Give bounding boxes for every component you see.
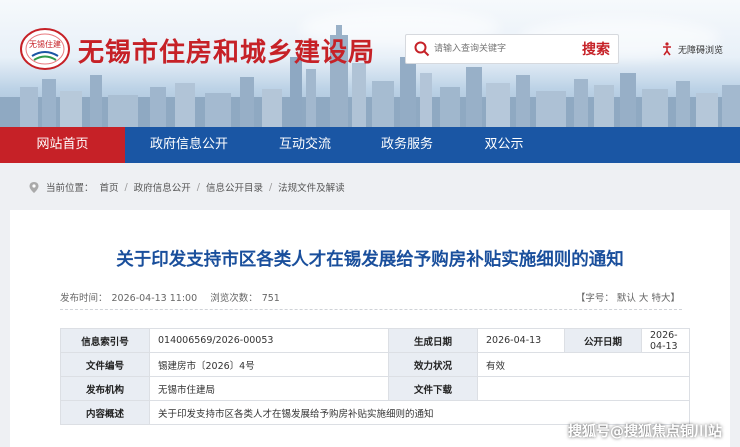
location-pin-icon xyxy=(29,181,39,193)
download-value[interactable] xyxy=(477,376,690,401)
nav-item-double-publicity[interactable]: 双公示 xyxy=(457,127,551,163)
search-icon xyxy=(414,41,430,57)
font-size-close: 】 xyxy=(670,293,680,304)
nav-item-services[interactable]: 政务服务 xyxy=(357,127,457,163)
views-label: 浏览次数： xyxy=(210,293,258,304)
breadcrumb-item-regulations[interactable]: 法规文件及解读 xyxy=(278,180,345,194)
site-header: 无锡住建 无锡市住房和城乡建设局 搜索 无障碍浏览 xyxy=(0,0,740,127)
accessibility-link[interactable]: 无障碍浏览 xyxy=(660,42,723,56)
search-input[interactable] xyxy=(432,39,576,59)
org-value: 无锡市住建局 xyxy=(149,376,389,401)
breadcrumb: 当前位置： 首页 / 政府信息公开 / 信息公开目录 / 法规文件及解读 xyxy=(28,180,345,194)
status-value: 有效 xyxy=(477,352,690,377)
nav-item-home[interactable]: 网站首页 xyxy=(0,127,125,163)
breadcrumb-separator: / xyxy=(196,181,200,193)
font-size-xlarge[interactable]: 特大 xyxy=(651,293,670,304)
breadcrumb-separator: / xyxy=(268,181,273,193)
watermark: 搜狐号@搜狐焦点铜川站 xyxy=(568,424,722,440)
breadcrumb-item-catalog[interactable]: 信息公开目录 xyxy=(206,180,263,194)
table-row: 发布机构 无锡市住建局 文件下载 xyxy=(60,376,690,401)
breadcrumb-item-gov-info[interactable]: 政府信息公开 xyxy=(134,180,191,194)
table-row: 信息索引号 014006569/2026-00053 生成日期 2026-04-… xyxy=(60,328,690,353)
download-label: 文件下载 xyxy=(388,376,478,401)
main-nav: 网站首页 政府信息公开 互动交流 政务服务 双公示 xyxy=(0,127,740,163)
generated-label: 生成日期 xyxy=(388,328,478,353)
logo-emblem-icon: 无锡住建 xyxy=(20,28,70,70)
doc-no-value: 锡建房市〔2026〕4号 xyxy=(149,352,389,377)
nav-item-interaction[interactable]: 互动交流 xyxy=(253,127,357,163)
status-label: 效力状况 xyxy=(388,352,478,377)
meta-divider xyxy=(60,309,682,310)
search-button[interactable]: 搜索 xyxy=(582,39,610,59)
doc-info-table: 信息索引号 014006569/2026-00053 生成日期 2026-04-… xyxy=(60,328,690,425)
publish-date-label: 公开日期 xyxy=(564,328,642,353)
article-title: 关于印发支持市区各类人才在锡发展给予购房补贴实施细则的通知 xyxy=(116,250,624,270)
publish-date-value: 2026-04-13 xyxy=(641,328,690,353)
breadcrumb-separator: / xyxy=(124,181,128,193)
summary-label: 内容概述 xyxy=(60,400,150,425)
accessibility-icon xyxy=(663,42,671,56)
publish-time: 2026-04-13 11:00 xyxy=(111,293,198,304)
site-logo[interactable]: 无锡住建 xyxy=(20,28,70,70)
generated-value: 2026-04-13 xyxy=(477,328,565,353)
doc-no-label: 文件编号 xyxy=(60,352,150,377)
breadcrumb-item-home[interactable]: 首页 xyxy=(100,180,119,194)
index-value: 014006569/2026-00053 xyxy=(149,328,389,353)
breadcrumb-prefix: 当前位置： xyxy=(46,183,94,194)
article-card: 关于印发支持市区各类人才在锡发展给予购房补贴实施细则的通知 发布时间： 2026-… xyxy=(10,210,730,447)
font-size-default[interactable]: 默认 xyxy=(617,293,636,304)
org-label: 发布机构 xyxy=(60,376,150,401)
index-label: 信息索引号 xyxy=(60,328,150,353)
svg-text:无锡住建: 无锡住建 xyxy=(29,39,61,49)
search-box: 搜索 xyxy=(405,34,619,64)
view-count: 751 xyxy=(261,293,280,304)
accessibility-label: 无障碍浏览 xyxy=(678,45,724,56)
font-size-large[interactable]: 大 xyxy=(639,293,649,304)
publish-time-label: 发布时间： xyxy=(60,293,108,304)
font-size-label: 【字号： xyxy=(575,293,614,304)
article-meta: 发布时间： 2026-04-13 11:00 浏览次数： 751 xyxy=(60,290,284,304)
nav-item-gov-info[interactable]: 政府信息公开 xyxy=(125,127,253,163)
table-row: 文件编号 锡建房市〔2026〕4号 效力状况 有效 xyxy=(60,352,690,377)
site-title: 无锡市住房和城乡建设局 xyxy=(78,38,376,68)
font-size-selector: 【字号： 默认 大 特大】 xyxy=(576,290,680,304)
